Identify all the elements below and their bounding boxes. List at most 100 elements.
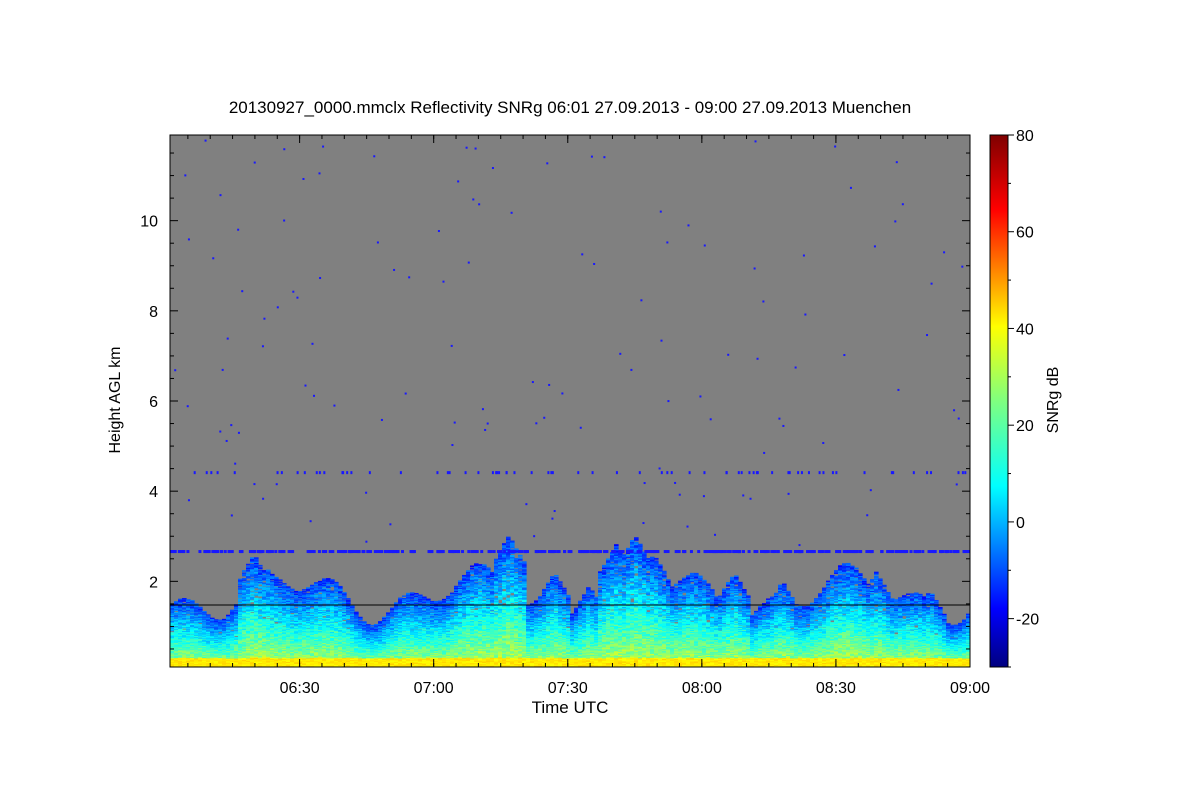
heatmap-cell (306, 598, 311, 600)
heatmap-cell (370, 626, 375, 627)
heatmap-cell (346, 598, 351, 599)
heatmap-cell (270, 619, 275, 621)
heatmap-cell (186, 611, 191, 612)
heatmap-cell (226, 615, 231, 616)
heatmap-cell (406, 616, 411, 617)
heatmap-cell (326, 598, 331, 600)
heatmap-cell (410, 610, 415, 611)
heatmap-cell (314, 599, 319, 601)
heatmap-cell (334, 593, 339, 595)
heatmap-cell (182, 624, 187, 625)
heatmap-cell (190, 624, 195, 625)
heatmap-cell (174, 618, 179, 619)
heatmap-cell (294, 594, 299, 595)
heatmap-cell (422, 597, 427, 598)
heatmap-cell (342, 621, 347, 622)
heatmap-cell (282, 583, 287, 585)
heatmap-cell (354, 636, 359, 637)
heatmap-cell (314, 620, 319, 622)
heatmap-cell (326, 600, 331, 602)
heatmap-cell (250, 613, 255, 615)
heatmap-cell (198, 624, 203, 625)
heatmap-cell (382, 620, 387, 621)
heatmap-cell (334, 606, 339, 608)
heatmap-cell (422, 609, 427, 610)
heatmap-cell (250, 580, 255, 582)
heatmap-cell (230, 623, 235, 624)
heatmap-cell (314, 602, 319, 604)
heatmap-cell (354, 632, 359, 633)
heatmap-cell (390, 610, 395, 611)
heatmap-cell (314, 582, 319, 584)
heatmap-cell (402, 631, 407, 632)
heatmap-cell (274, 624, 279, 626)
heatmap-cell (294, 602, 299, 603)
heatmap-cell (250, 578, 255, 580)
heatmap-cell (342, 627, 347, 628)
heatmap-cell (278, 594, 283, 596)
heatmap-cell (238, 588, 243, 590)
heatmap-cell (254, 593, 259, 595)
heatmap-cell (206, 627, 211, 628)
heatmap-cell (346, 623, 351, 624)
heatmap-cell (422, 629, 427, 630)
heatmap-cell (250, 595, 255, 597)
heatmap-cell (410, 592, 415, 593)
heatmap-cell (266, 617, 271, 619)
heatmap-cell (314, 595, 319, 597)
heatmap-cell (266, 570, 271, 572)
heatmap-cell (198, 607, 203, 608)
heatmap-cell (266, 586, 271, 588)
heatmap-cell (330, 579, 335, 581)
heatmap-cell (338, 598, 343, 600)
heatmap-cell (226, 629, 231, 630)
heatmap-cell (242, 619, 247, 621)
heatmap-cell (226, 630, 231, 631)
heatmap-cell (202, 626, 207, 627)
heatmap-cell (374, 629, 379, 630)
heatmap-cell (402, 598, 407, 599)
heatmap-cell (298, 602, 303, 603)
heatmap-cell (342, 602, 347, 603)
heatmap-cell (278, 579, 283, 581)
heatmap-cell (190, 606, 195, 607)
heatmap-cell (298, 623, 303, 624)
heatmap-cell (390, 612, 395, 613)
heatmap-cell (210, 632, 215, 633)
heatmap-cell (194, 617, 199, 618)
heatmap-cell (186, 606, 191, 607)
heatmap-cell (366, 633, 371, 634)
heatmap-cell (318, 599, 323, 601)
heatmap-cell (378, 646, 383, 647)
heatmap-cell (282, 585, 287, 587)
heatmap-cell (198, 637, 203, 638)
heatmap-cell (238, 598, 243, 600)
heatmap-cell (258, 610, 263, 612)
heatmap-cell (334, 622, 339, 624)
heatmap-cell (238, 586, 243, 588)
heatmap-cell (246, 566, 251, 568)
heatmap-cell (218, 643, 223, 644)
heatmap-cell (246, 580, 251, 582)
heatmap-cell (422, 630, 427, 631)
heatmap-cell (194, 616, 199, 617)
heatmap-cell (318, 594, 323, 596)
heatmap-cell (314, 618, 319, 620)
heatmap-cell (414, 593, 419, 594)
heatmap-cell (402, 615, 407, 616)
heatmap-cell (222, 629, 227, 630)
heatmap-cell (382, 638, 387, 639)
heatmap-cell (186, 603, 191, 604)
heatmap-cell (182, 607, 187, 608)
heatmap-cell (242, 572, 247, 574)
heatmap-cell (186, 635, 191, 636)
heatmap-cell (242, 581, 247, 583)
heatmap-cell (198, 639, 203, 640)
heatmap-cell (342, 611, 347, 612)
heatmap-cell (290, 599, 295, 601)
heatmap-cell (338, 610, 343, 612)
heatmap-cell (294, 608, 299, 609)
heatmap-cell (274, 602, 279, 604)
heatmap-cell (170, 621, 175, 622)
heatmap-cell (302, 593, 307, 595)
